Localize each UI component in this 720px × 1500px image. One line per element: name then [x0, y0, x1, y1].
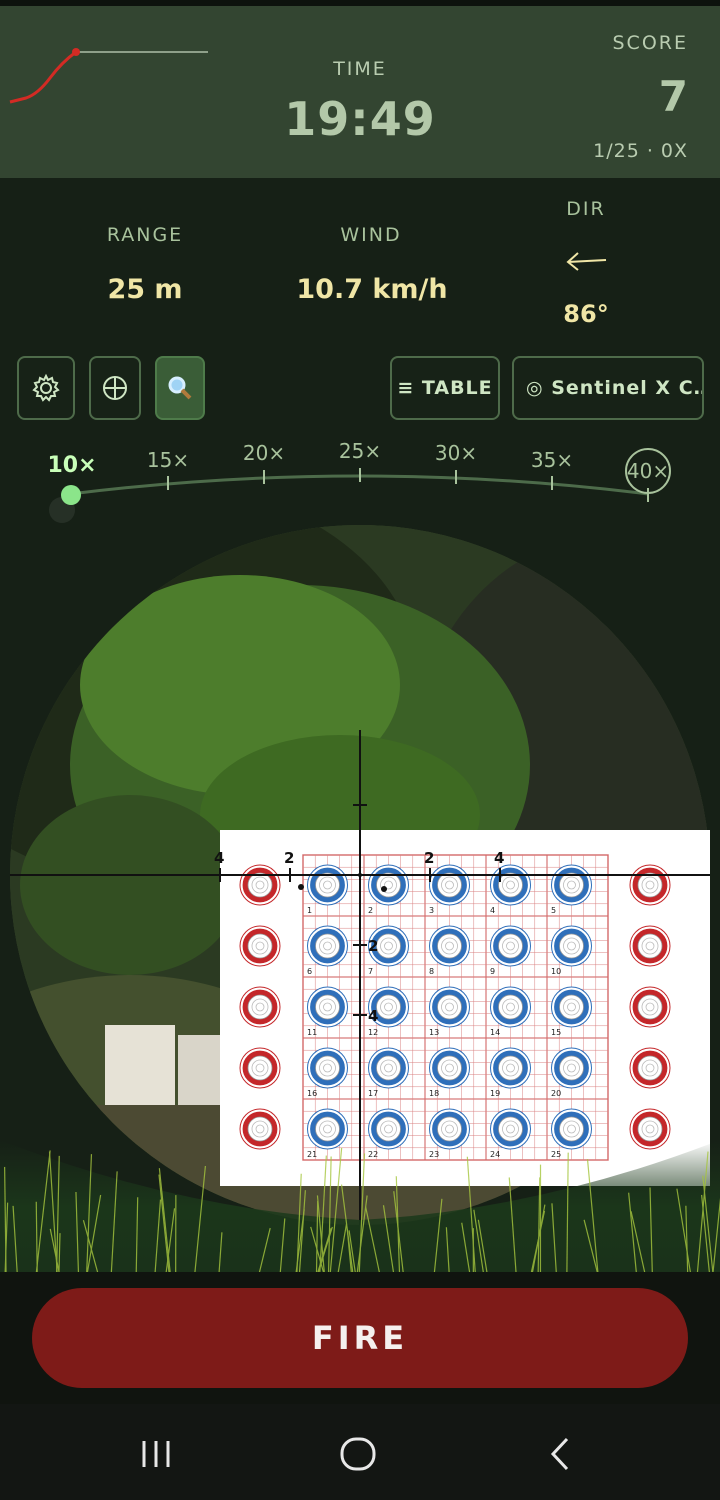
wind-value: 10.7 km/h — [296, 274, 448, 305]
zoom-level-20[interactable]: 20× — [243, 441, 285, 465]
toolbar: ≡ TABLE ◎ Sentinel X C… — [0, 356, 720, 422]
time-value: 19:49 — [284, 92, 436, 146]
zoom-level-30[interactable]: 30× — [435, 441, 477, 465]
zoom-level-35[interactable]: 35× — [531, 448, 573, 472]
header-panel: TIME 19:49 SCORE 7 1/25 · 0X — [0, 6, 720, 178]
range-label: RANGE — [106, 224, 184, 246]
score-value: 7 — [658, 72, 688, 121]
reticle-mark-left-2: 2 — [284, 849, 294, 867]
gear-icon — [32, 373, 60, 402]
reticle-mark-right-4: 4 — [494, 849, 504, 867]
settings-button[interactable] — [17, 356, 75, 420]
zoom-level-15[interactable]: 15× — [147, 448, 189, 472]
zoom-slider[interactable]: 10× 15× 20× 25× 30× 35× 40× — [0, 430, 720, 530]
zoom-level-40[interactable]: 40× — [627, 459, 669, 483]
scope-selector[interactable]: ◎ Sentinel X C… — [512, 356, 704, 420]
score-label: SCORE — [612, 32, 688, 54]
system-navbar — [0, 1404, 720, 1500]
stats-panel: RANGE 25 m WIND 10.7 km/h DIR 86° — [0, 178, 720, 348]
reticle-button[interactable] — [89, 356, 141, 420]
reticle-mark-down-2: 2 — [368, 937, 378, 955]
wind-label: WIND — [340, 224, 402, 246]
crosshair-icon — [103, 376, 127, 400]
reticle-mark-right-2: 2 — [424, 849, 434, 867]
fire-area: FIRE — [0, 1272, 720, 1404]
arrow-left-icon — [566, 252, 607, 271]
home-icon[interactable] — [328, 1428, 388, 1480]
dir-label: DIR — [566, 198, 606, 220]
range-value: 25 m — [107, 274, 183, 305]
shots-counter: 1/25 · 0X — [593, 140, 688, 162]
zoom-level-10[interactable]: 10× — [47, 453, 96, 478]
zoom-tool-button[interactable] — [155, 356, 205, 420]
reticle-mark-down-4: 4 — [368, 1007, 378, 1025]
table-button[interactable]: ≡ TABLE — [390, 356, 500, 420]
time-label: TIME — [333, 58, 387, 80]
zoom-slider-thumb[interactable] — [61, 485, 81, 505]
fire-button[interactable]: FIRE — [32, 1288, 688, 1388]
dir-value: 86° — [563, 300, 609, 328]
reticle-mark-left-4: 4 — [214, 849, 224, 867]
recents-icon[interactable] — [126, 1428, 186, 1480]
zoom-level-25[interactable]: 25× — [339, 439, 381, 463]
grass-foreground — [0, 1140, 720, 1275]
back-icon[interactable] — [530, 1428, 590, 1480]
magnifier-icon — [168, 376, 192, 400]
